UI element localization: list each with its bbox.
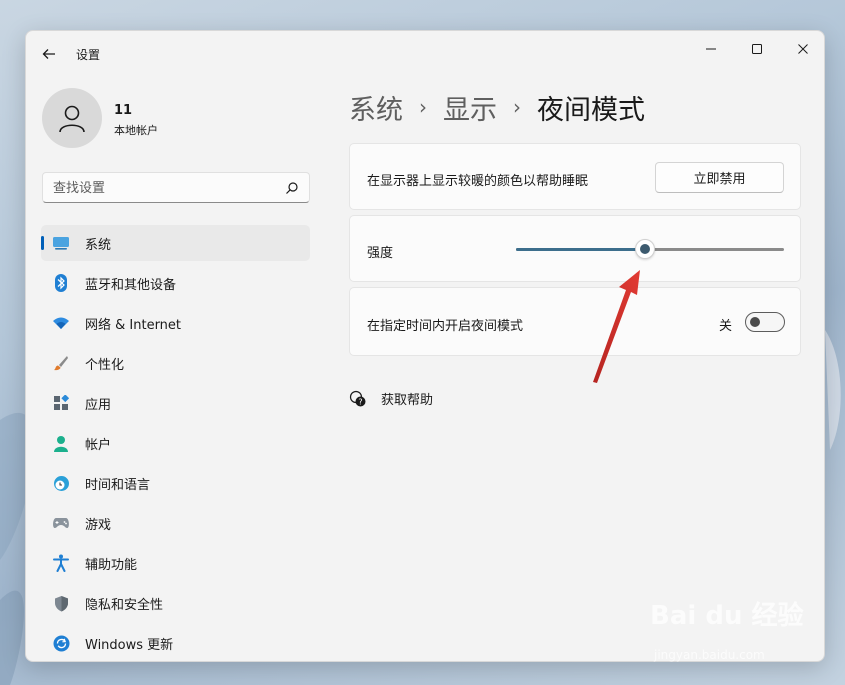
chevron-right-icon: ›: [419, 95, 427, 119]
sidebar-item-label: Windows 更新: [85, 637, 174, 653]
disable-now-button[interactable]: 立即禁用: [655, 162, 784, 193]
toggle-knob: [750, 317, 760, 327]
maximize-button[interactable]: [734, 33, 780, 65]
user-name: 11: [114, 103, 133, 118]
slider-fill: [516, 248, 645, 251]
slider-thumb[interactable]: [635, 239, 655, 259]
sidebar-item-bluetooth[interactable]: 蓝牙和其他设备: [41, 265, 310, 301]
sidebar-item-system[interactable]: 系统: [41, 225, 310, 261]
settings-window: 设置 11 本地帐户 系统: [25, 30, 825, 662]
strength-slider[interactable]: [516, 238, 784, 260]
search-icon[interactable]: [285, 181, 299, 195]
account-type: 本地帐户: [114, 124, 158, 137]
strength-card: 强度: [349, 215, 801, 282]
schedule-label: 在指定时间内开启夜间模式: [367, 319, 524, 334]
globe-clock-icon: [52, 474, 70, 492]
chevron-right-icon: ›: [513, 95, 521, 119]
avatar[interactable]: [42, 88, 102, 148]
schedule-card: 在指定时间内开启夜间模式 关: [349, 287, 801, 356]
sidebar-item-label: 蓝牙和其他设备: [85, 277, 177, 293]
get-help-link[interactable]: ? 获取帮助: [349, 389, 433, 408]
gamepad-icon: [52, 514, 70, 532]
person-outline-icon: [59, 105, 85, 133]
sidebar-item-label: 网络 & Internet: [85, 317, 182, 333]
sidebar-item-label: 游戏: [85, 517, 112, 533]
maximize-icon: [752, 44, 762, 54]
close-icon: [798, 44, 808, 54]
sidebar-item-time-language[interactable]: 时间和语言: [41, 465, 310, 501]
apps-icon: [52, 394, 70, 412]
breadcrumb-display[interactable]: 显示: [443, 88, 497, 127]
sidebar-item-network[interactable]: 网络 & Internet: [41, 305, 310, 341]
sidebar-item-apps[interactable]: 应用: [41, 385, 310, 421]
minimize-icon: [706, 48, 716, 50]
bluetooth-icon: [52, 274, 70, 292]
back-button[interactable]: [36, 41, 62, 67]
person-icon: [52, 434, 70, 452]
brush-icon: [52, 354, 70, 372]
help-chat-icon: ?: [349, 390, 366, 406]
night-light-description: 在显示器上显示较暖的颜色以帮助睡眠: [367, 174, 589, 189]
accessibility-icon: [52, 554, 70, 572]
sidebar-item-privacy[interactable]: 隐私和安全性: [41, 585, 310, 621]
sidebar-item-label: 应用: [85, 397, 112, 413]
close-button[interactable]: [780, 33, 824, 65]
title-bar: 设置: [26, 31, 824, 71]
watermark-brand: Bai du 经验: [650, 601, 804, 631]
sidebar-item-personalization[interactable]: 个性化: [41, 345, 310, 381]
sidebar-item-label: 帐户: [85, 437, 112, 453]
schedule-toggle[interactable]: [745, 312, 785, 332]
wifi-icon: [52, 314, 70, 332]
strength-label: 强度: [367, 246, 394, 261]
monitor-icon: [52, 234, 70, 252]
sidebar-item-gaming[interactable]: 游戏: [41, 505, 310, 541]
sidebar-item-accounts[interactable]: 帐户: [41, 425, 310, 461]
sidebar-item-label: 辅助功能: [85, 557, 138, 573]
svg-text:?: ?: [358, 397, 362, 406]
toggle-state-label: 关: [719, 319, 733, 334]
sidebar-item-windows-update[interactable]: Windows 更新: [41, 625, 310, 661]
sidebar-nav: 系统 蓝牙和其他设备 网络 & Internet 个性化 应用 帐户 时间和语言…: [41, 225, 310, 661]
shield-icon: [52, 594, 70, 612]
sidebar-item-label: 个性化: [85, 357, 125, 373]
sidebar-item-label: 隐私和安全性: [85, 597, 164, 613]
get-help-label: 获取帮助: [381, 393, 434, 408]
search-box[interactable]: [42, 172, 310, 203]
breadcrumb-system[interactable]: 系统: [349, 88, 403, 127]
page-title: 夜间模式: [537, 94, 645, 126]
breadcrumb: 系统 › 显示 › 夜间模式: [349, 88, 645, 127]
sidebar-item-label: 系统: [85, 237, 112, 253]
watermark-url: jingyan.baidu.com: [654, 648, 765, 662]
update-icon: [52, 634, 70, 652]
minimize-button[interactable]: [688, 33, 734, 65]
sidebar-item-label: 时间和语言: [85, 477, 151, 493]
night-light-status-card: 在显示器上显示较暖的颜色以帮助睡眠 立即禁用: [349, 143, 801, 210]
app-title: 设置: [76, 48, 101, 62]
search-input[interactable]: [53, 178, 273, 198]
arrow-left-icon: [42, 49, 55, 59]
sidebar-item-accessibility[interactable]: 辅助功能: [41, 545, 310, 581]
